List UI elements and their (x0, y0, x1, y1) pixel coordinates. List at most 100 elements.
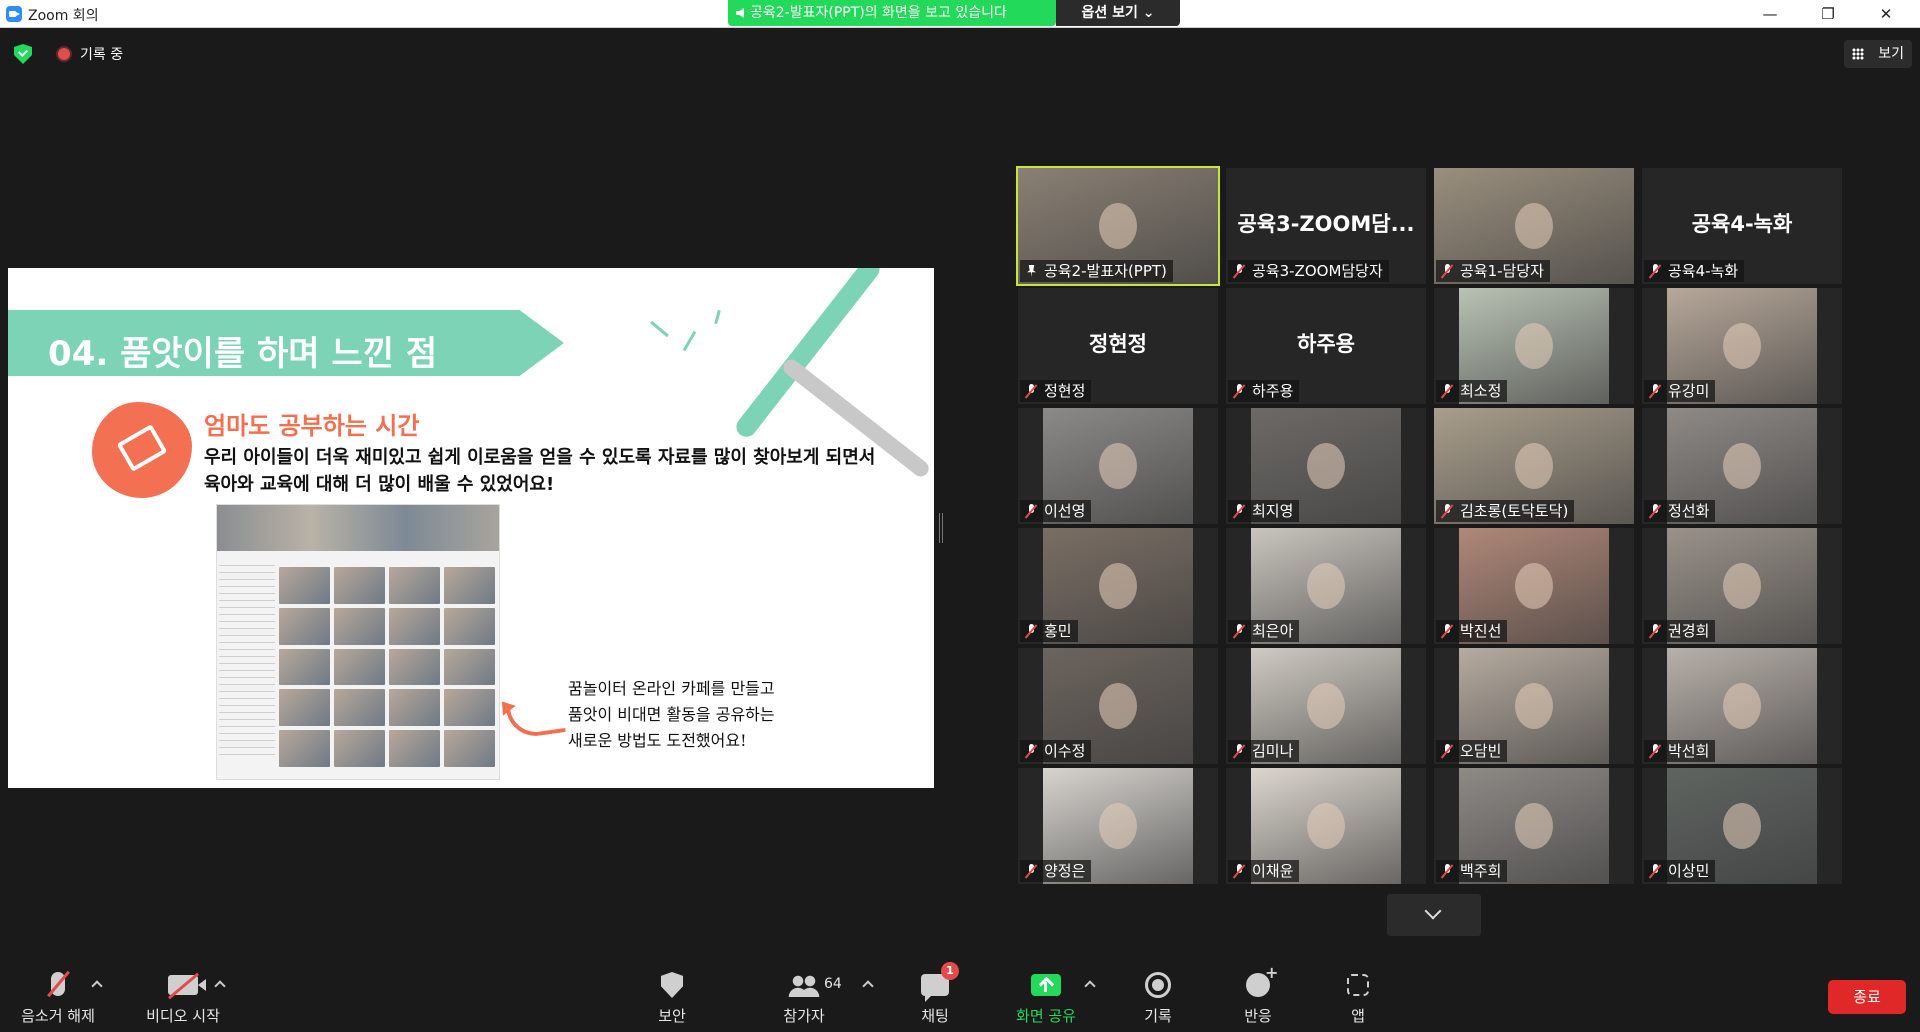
cafe-banner-photo (217, 505, 499, 551)
slide-note-line: 꿈놀이터 온라인 카페를 만들고 (568, 679, 775, 698)
participant-name-bar: 최지영 (1228, 500, 1300, 522)
reaction-smiley-icon (1246, 963, 1278, 997)
security-button[interactable]: 보안 (640, 958, 704, 1032)
participant-face (1099, 202, 1137, 249)
participant-tile[interactable]: 유강미 (1642, 288, 1842, 404)
participant-tile[interactable]: 하주용 하주용 (1226, 288, 1426, 404)
start-video-button[interactable]: 비디오 시작 (130, 958, 236, 1032)
participant-tile[interactable]: 김초롱(토닥토닥) (1434, 408, 1634, 524)
video-off-icon (168, 975, 206, 995)
participant-name: 최소정 (1460, 382, 1502, 400)
participant-name-bar: 홍민 (1020, 620, 1078, 642)
participant-face (1099, 802, 1137, 849)
participant-name-bar: 백주희 (1436, 860, 1508, 882)
participant-name: 백주희 (1460, 862, 1502, 880)
participant-tile[interactable]: 오담빈 (1434, 648, 1634, 764)
participant-count: 64 (824, 976, 842, 992)
participant-tile[interactable]: 정선화 (1642, 408, 1842, 524)
participant-name-bar: 공육3-ZOOM담당자 (1228, 260, 1389, 282)
participant-tile[interactable]: 공육3-ZOOM담... 공육3-ZOOM담당자 (1226, 168, 1426, 284)
participant-name-bar: 양정은 (1020, 860, 1092, 882)
participant-tile[interactable]: 박진선 (1434, 528, 1634, 644)
participant-name-bar: 박진선 (1436, 620, 1508, 642)
apps-button[interactable]: 앱 (1328, 958, 1388, 1032)
security-shield-icon (661, 972, 683, 998)
participant-tile[interactable]: 최소정 (1434, 288, 1634, 404)
participant-face (1723, 802, 1761, 849)
participant-tile[interactable]: 박선희 (1642, 648, 1842, 764)
participant-tile[interactable]: 백주희 (1434, 768, 1634, 884)
slide-body-line: 우리 아이들이 더욱 재미있고 쉽게 이로움을 얻을 수 있도록 자료를 많이 … (204, 447, 876, 468)
start-video-label: 비디오 시작 (146, 1007, 220, 1025)
muted-mic-icon (1442, 624, 1452, 638)
screen-share-banner: 공육2-발표자(PPT)의 화면을 보고 있습니다 (728, 0, 1056, 26)
slide-note-line: 품앗이 비대면 활동을 공유하는 (568, 705, 775, 724)
decorative-spark (650, 320, 669, 338)
participant-name-bar: 하주용 (1228, 380, 1300, 402)
split-view-drag-handle[interactable] (939, 513, 943, 543)
participant-display-name: 공육4-녹화 (1691, 212, 1793, 236)
speaker-icon (736, 8, 744, 18)
participant-face (1723, 442, 1761, 489)
participant-name: 박선희 (1668, 742, 1710, 760)
view-layout-button[interactable]: 보기 (1844, 40, 1912, 68)
participant-face (1515, 562, 1553, 609)
participant-tile[interactable]: 김미나 (1226, 648, 1426, 764)
participant-name: 이상민 (1668, 862, 1710, 880)
participant-tile[interactable]: 이상민 (1642, 768, 1842, 884)
muted-mic-icon (1650, 384, 1660, 398)
participant-display-name: 정현정 (1089, 332, 1147, 356)
participant-face (1723, 682, 1761, 729)
participant-tile[interactable]: 이수정 (1018, 648, 1218, 764)
recording-label[interactable]: 기록 중 (80, 44, 123, 64)
muted-mic-icon (1650, 264, 1660, 278)
shared-screen-slide: 04. 품앗이를 하며 느낀 점 엄마도 공부하는 시간 우리 아이들이 더욱 … (8, 268, 934, 788)
participant-tile[interactable]: 양정은 (1018, 768, 1218, 884)
slide-body: 우리 아이들이 더욱 재미있고 쉽게 이로움을 얻을 수 있도록 자료를 많이 … (204, 444, 875, 498)
slide-subtitle: 엄마도 공부하는 시간 (204, 412, 420, 440)
reactions-button[interactable]: 반응 (1228, 958, 1288, 1032)
participant-tile[interactable]: 공육1-담당자 (1434, 168, 1634, 284)
next-page-chevron-icon[interactable] (1387, 894, 1481, 936)
participant-tile[interactable]: 이선영 (1018, 408, 1218, 524)
muted-mic-icon (1442, 384, 1452, 398)
muted-mic-icon (1234, 264, 1244, 278)
participant-face (1099, 682, 1137, 729)
restore-button[interactable]: ❐ (1803, 0, 1853, 28)
unmute-button[interactable]: 음소거 해제 (10, 958, 106, 1032)
participant-tile[interactable]: 공육4-녹화 공육4-녹화 (1642, 168, 1842, 284)
view-options-button[interactable]: 옵션 보기 ⌄ (1056, 0, 1180, 26)
participant-face (1515, 802, 1553, 849)
participant-tile[interactable]: 최은아 (1226, 528, 1426, 644)
participant-face (1307, 562, 1345, 609)
participant-tile[interactable]: 공육2-발표자(PPT) (1016, 166, 1220, 286)
participant-tile[interactable]: 권경희 (1642, 528, 1842, 644)
participant-name-bar: 유강미 (1644, 380, 1716, 402)
encryption-shield-icon[interactable] (14, 44, 32, 64)
participants-options-caret-icon[interactable] (862, 980, 874, 992)
participant-display-name: 공육3-ZOOM담... (1237, 212, 1415, 236)
participant-face (1099, 442, 1137, 489)
participant-tile[interactable]: 정현정 정현정 (1018, 288, 1218, 404)
close-button[interactable]: ✕ (1861, 0, 1911, 28)
decorative-spark (714, 309, 721, 325)
participant-tile[interactable]: 홍민 (1018, 528, 1218, 644)
record-button[interactable]: 기록 (1128, 958, 1188, 1032)
muted-mic-icon (1442, 744, 1452, 758)
participant-tile[interactable]: 이채윤 (1226, 768, 1426, 884)
participant-face (1723, 562, 1761, 609)
muted-mic-icon (1442, 504, 1452, 518)
muted-mic-icon (1234, 744, 1244, 758)
participant-face (1515, 682, 1553, 729)
curved-arrow-icon (506, 702, 566, 740)
share-screen-button[interactable]: 화면 공유 (1005, 958, 1087, 1032)
participant-tile[interactable]: 최지영 (1226, 408, 1426, 524)
chat-button[interactable]: 1 채팅 (905, 958, 965, 1032)
share-banner-text: 공육2-발표자(PPT)의 화면을 보고 있습니다 (750, 5, 1007, 21)
participant-name: 하주용 (1252, 382, 1294, 400)
participants-button[interactable]: 참가자 (770, 958, 838, 1032)
end-meeting-button[interactable]: 종료 (1828, 980, 1906, 1014)
muted-mic-icon (1234, 864, 1244, 878)
minimize-button[interactable]: — (1745, 0, 1795, 28)
security-label: 보안 (658, 1007, 686, 1025)
